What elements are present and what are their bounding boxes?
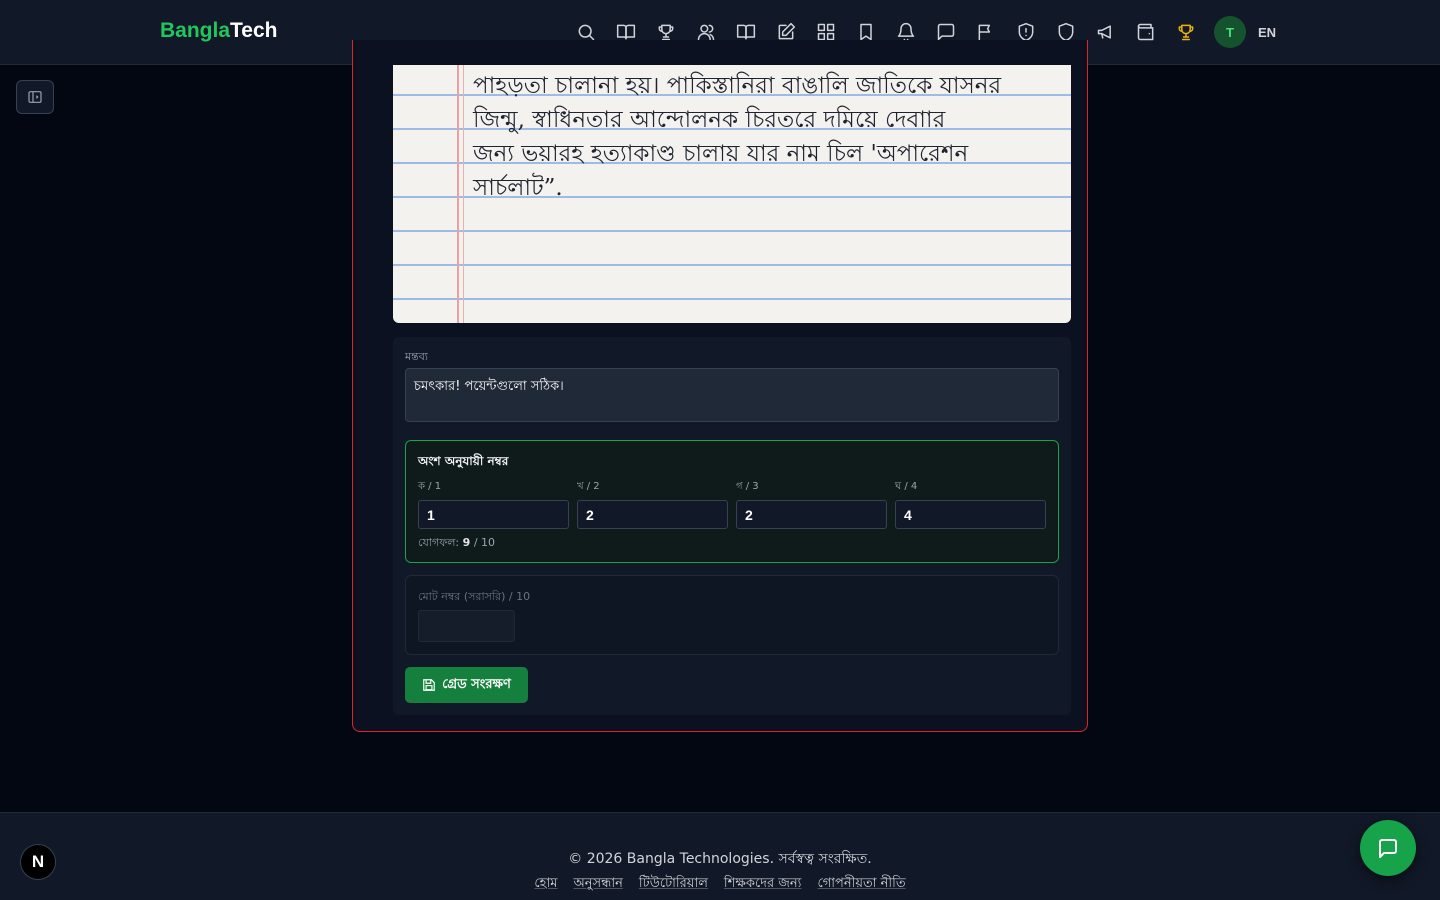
footer-link-teachers[interactable]: শিক্ষকদের জন্য	[724, 874, 802, 895]
sidebar-icon	[28, 91, 42, 103]
footer-link-home[interactable]: হোম	[534, 874, 557, 895]
part-label: খ / 2	[577, 481, 600, 492]
nextjs-badge[interactable]: N	[20, 844, 56, 880]
sidebar-toggle-button[interactable]	[16, 80, 54, 114]
part-marks-title: অংশ অনুযায়ী নম্বর	[418, 454, 509, 468]
comment-textarea[interactable]: চমৎকার! পয়েন্টগুলো সঠিক।	[405, 368, 1059, 422]
trophy-active-icon[interactable]	[1172, 16, 1200, 48]
part-mark-input[interactable]: 2	[577, 500, 728, 529]
total-marks-input[interactable]	[418, 610, 515, 642]
footer-link-privacy[interactable]: গোপনীয়তা নীতি	[817, 874, 905, 895]
comment-label: মন্তব্য	[405, 350, 429, 363]
answer-image: পাহড়তা চালানা হয়। পাকিস্তানিরা বাঙালি …	[393, 65, 1071, 323]
wallet-icon[interactable]	[1132, 16, 1160, 48]
total-marks-section: মোট নম্বর (সরাসরি) / 10	[405, 575, 1059, 655]
copyright-text: © 2026 Bangla Technologies. সর্বস্বত্ব স…	[568, 851, 872, 867]
chat-icon	[1379, 839, 1397, 858]
footer-links: হোম অনুসন্ধান টিউটোরিয়াল শিক্ষকদের জন্য…	[0, 874, 1440, 895]
footer: © 2026 Bangla Technologies. সর্বস্বত্ব স…	[0, 812, 1440, 900]
part-label: গ / 3	[736, 481, 759, 492]
part-kha: খ / 2 2	[577, 479, 728, 529]
part-mark-input[interactable]: 4	[895, 500, 1046, 529]
part-ga: গ / 3 2	[736, 479, 887, 529]
brand-logo[interactable]: BanglaTech	[160, 19, 277, 43]
part-ka: ক / 1 1	[418, 479, 569, 529]
part-mark-input[interactable]: 1	[418, 500, 569, 529]
marks-sum: যোগফল: 9 / 10	[418, 536, 496, 549]
megaphone-icon[interactable]	[1092, 16, 1120, 48]
part-label: ঘ / 4	[895, 481, 918, 492]
handwritten-answer: পাহড়তা চালানা হয়। পাকিস্তানিরা বাঙালি …	[473, 73, 1002, 201]
footer-link-tutorials[interactable]: টিউটোরিয়াল	[639, 874, 708, 895]
save-icon	[423, 679, 435, 691]
part-marks-section: অংশ অনুযায়ী নম্বর ক / 1 1 খ / 2 2 গ / 3…	[405, 440, 1059, 563]
footer-link-search[interactable]: অনুসন্ধান	[573, 874, 622, 895]
chat-button[interactable]	[1360, 820, 1416, 876]
total-marks-label: মোট নম্বর (সরাসরি) / 10	[418, 590, 531, 603]
user-avatar[interactable]: T	[1214, 16, 1246, 48]
language-switch[interactable]: EN	[1258, 25, 1276, 40]
part-label: ক / 1	[418, 481, 442, 492]
part-mark-input[interactable]: 2	[736, 500, 887, 529]
part-gha: ঘ / 4 4	[895, 479, 1046, 529]
save-grade-button[interactable]: গ্রেড সংরক্ষণ	[405, 667, 528, 703]
